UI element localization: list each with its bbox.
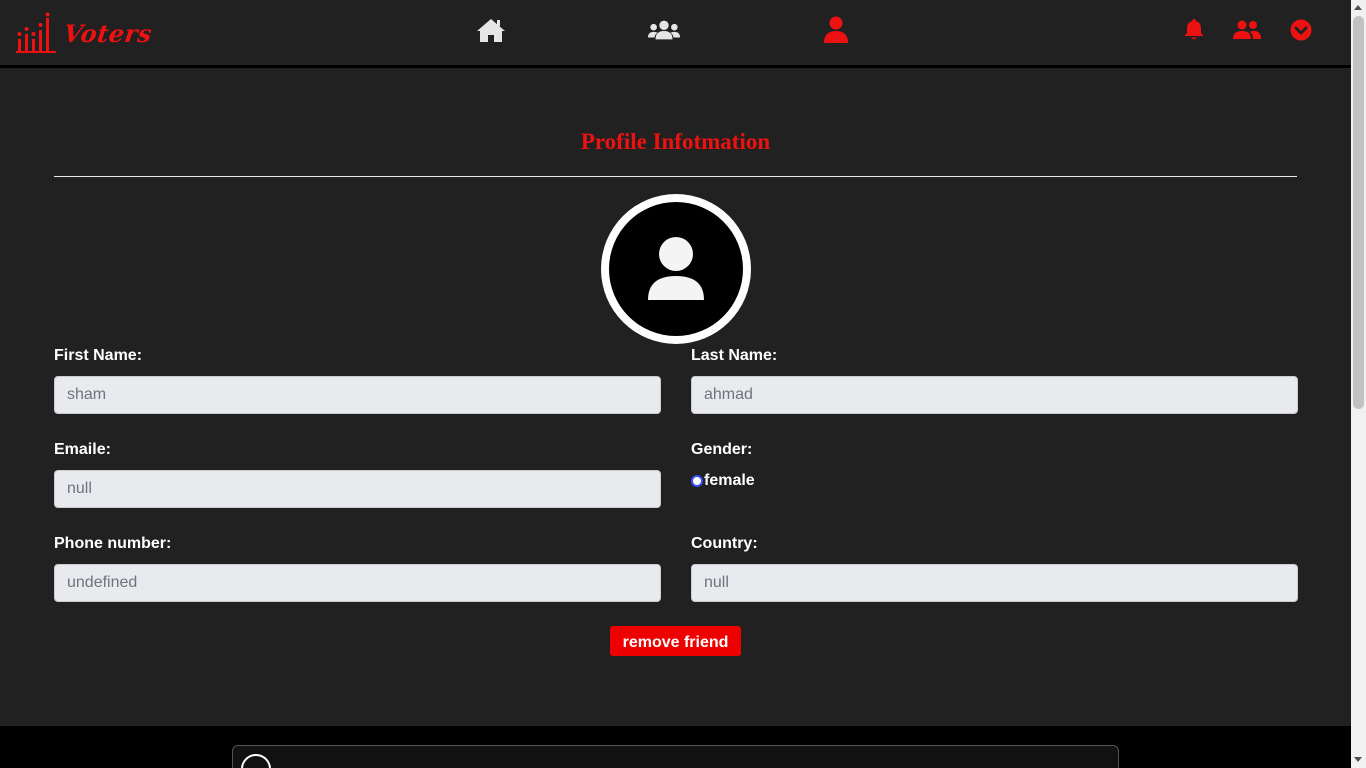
- last-name-field[interactable]: [691, 376, 1298, 414]
- top-navbar: Voters: [0, 0, 1351, 68]
- email-field[interactable]: [54, 470, 661, 508]
- bell-icon: [1184, 19, 1204, 40]
- scroll-up-arrow-icon[interactable]: [1354, 5, 1362, 10]
- account-menu-button[interactable]: [1285, 16, 1317, 44]
- footer: [0, 726, 1351, 768]
- nav-profile[interactable]: [820, 16, 852, 44]
- footer-avatar: [241, 754, 271, 768]
- first-name-label: First Name:: [54, 347, 143, 364]
- logo[interactable]: Voters: [16, 12, 154, 54]
- page-scrollbar[interactable]: [1351, 0, 1366, 768]
- notifications-button[interactable]: [1178, 16, 1210, 44]
- friends-icon: [1233, 20, 1261, 39]
- logo-text: Voters: [61, 18, 154, 48]
- default-avatar-icon: [648, 237, 704, 300]
- gender-option[interactable]: female: [691, 472, 755, 490]
- phone-label: Phone number:: [54, 535, 172, 552]
- logo-bars-icon: [16, 12, 56, 53]
- phone-field[interactable]: [54, 564, 661, 602]
- groups-icon: [648, 20, 680, 40]
- email-label: Emaile:: [54, 441, 111, 458]
- scroll-down-arrow-icon[interactable]: [1354, 757, 1362, 762]
- title-divider: [54, 176, 1297, 177]
- nav-groups[interactable]: [648, 16, 680, 44]
- country-label: Country:: [691, 535, 758, 552]
- friends-button[interactable]: [1231, 16, 1263, 44]
- remove-friend-button[interactable]: remove friend: [610, 626, 741, 656]
- page-title: Profile Infotmation: [580, 129, 771, 154]
- gender-label: Gender:: [691, 441, 753, 458]
- last-name-label: Last Name:: [691, 347, 778, 364]
- country-field[interactable]: [691, 564, 1298, 602]
- gender-value: female: [704, 472, 755, 489]
- footer-chat-card[interactable]: [232, 745, 1119, 768]
- scroll-thumb[interactable]: [1353, 16, 1364, 409]
- first-name-field[interactable]: [54, 376, 661, 414]
- user-icon: [824, 16, 848, 43]
- chevron-down-circle-icon: [1290, 19, 1312, 41]
- home-icon: [477, 19, 505, 42]
- avatar: [601, 194, 751, 344]
- profile-section: Profile Infotmation First Name: Last Nam…: [0, 71, 1351, 726]
- nav-home[interactable]: [475, 16, 507, 44]
- gender-radio[interactable]: [691, 475, 703, 487]
